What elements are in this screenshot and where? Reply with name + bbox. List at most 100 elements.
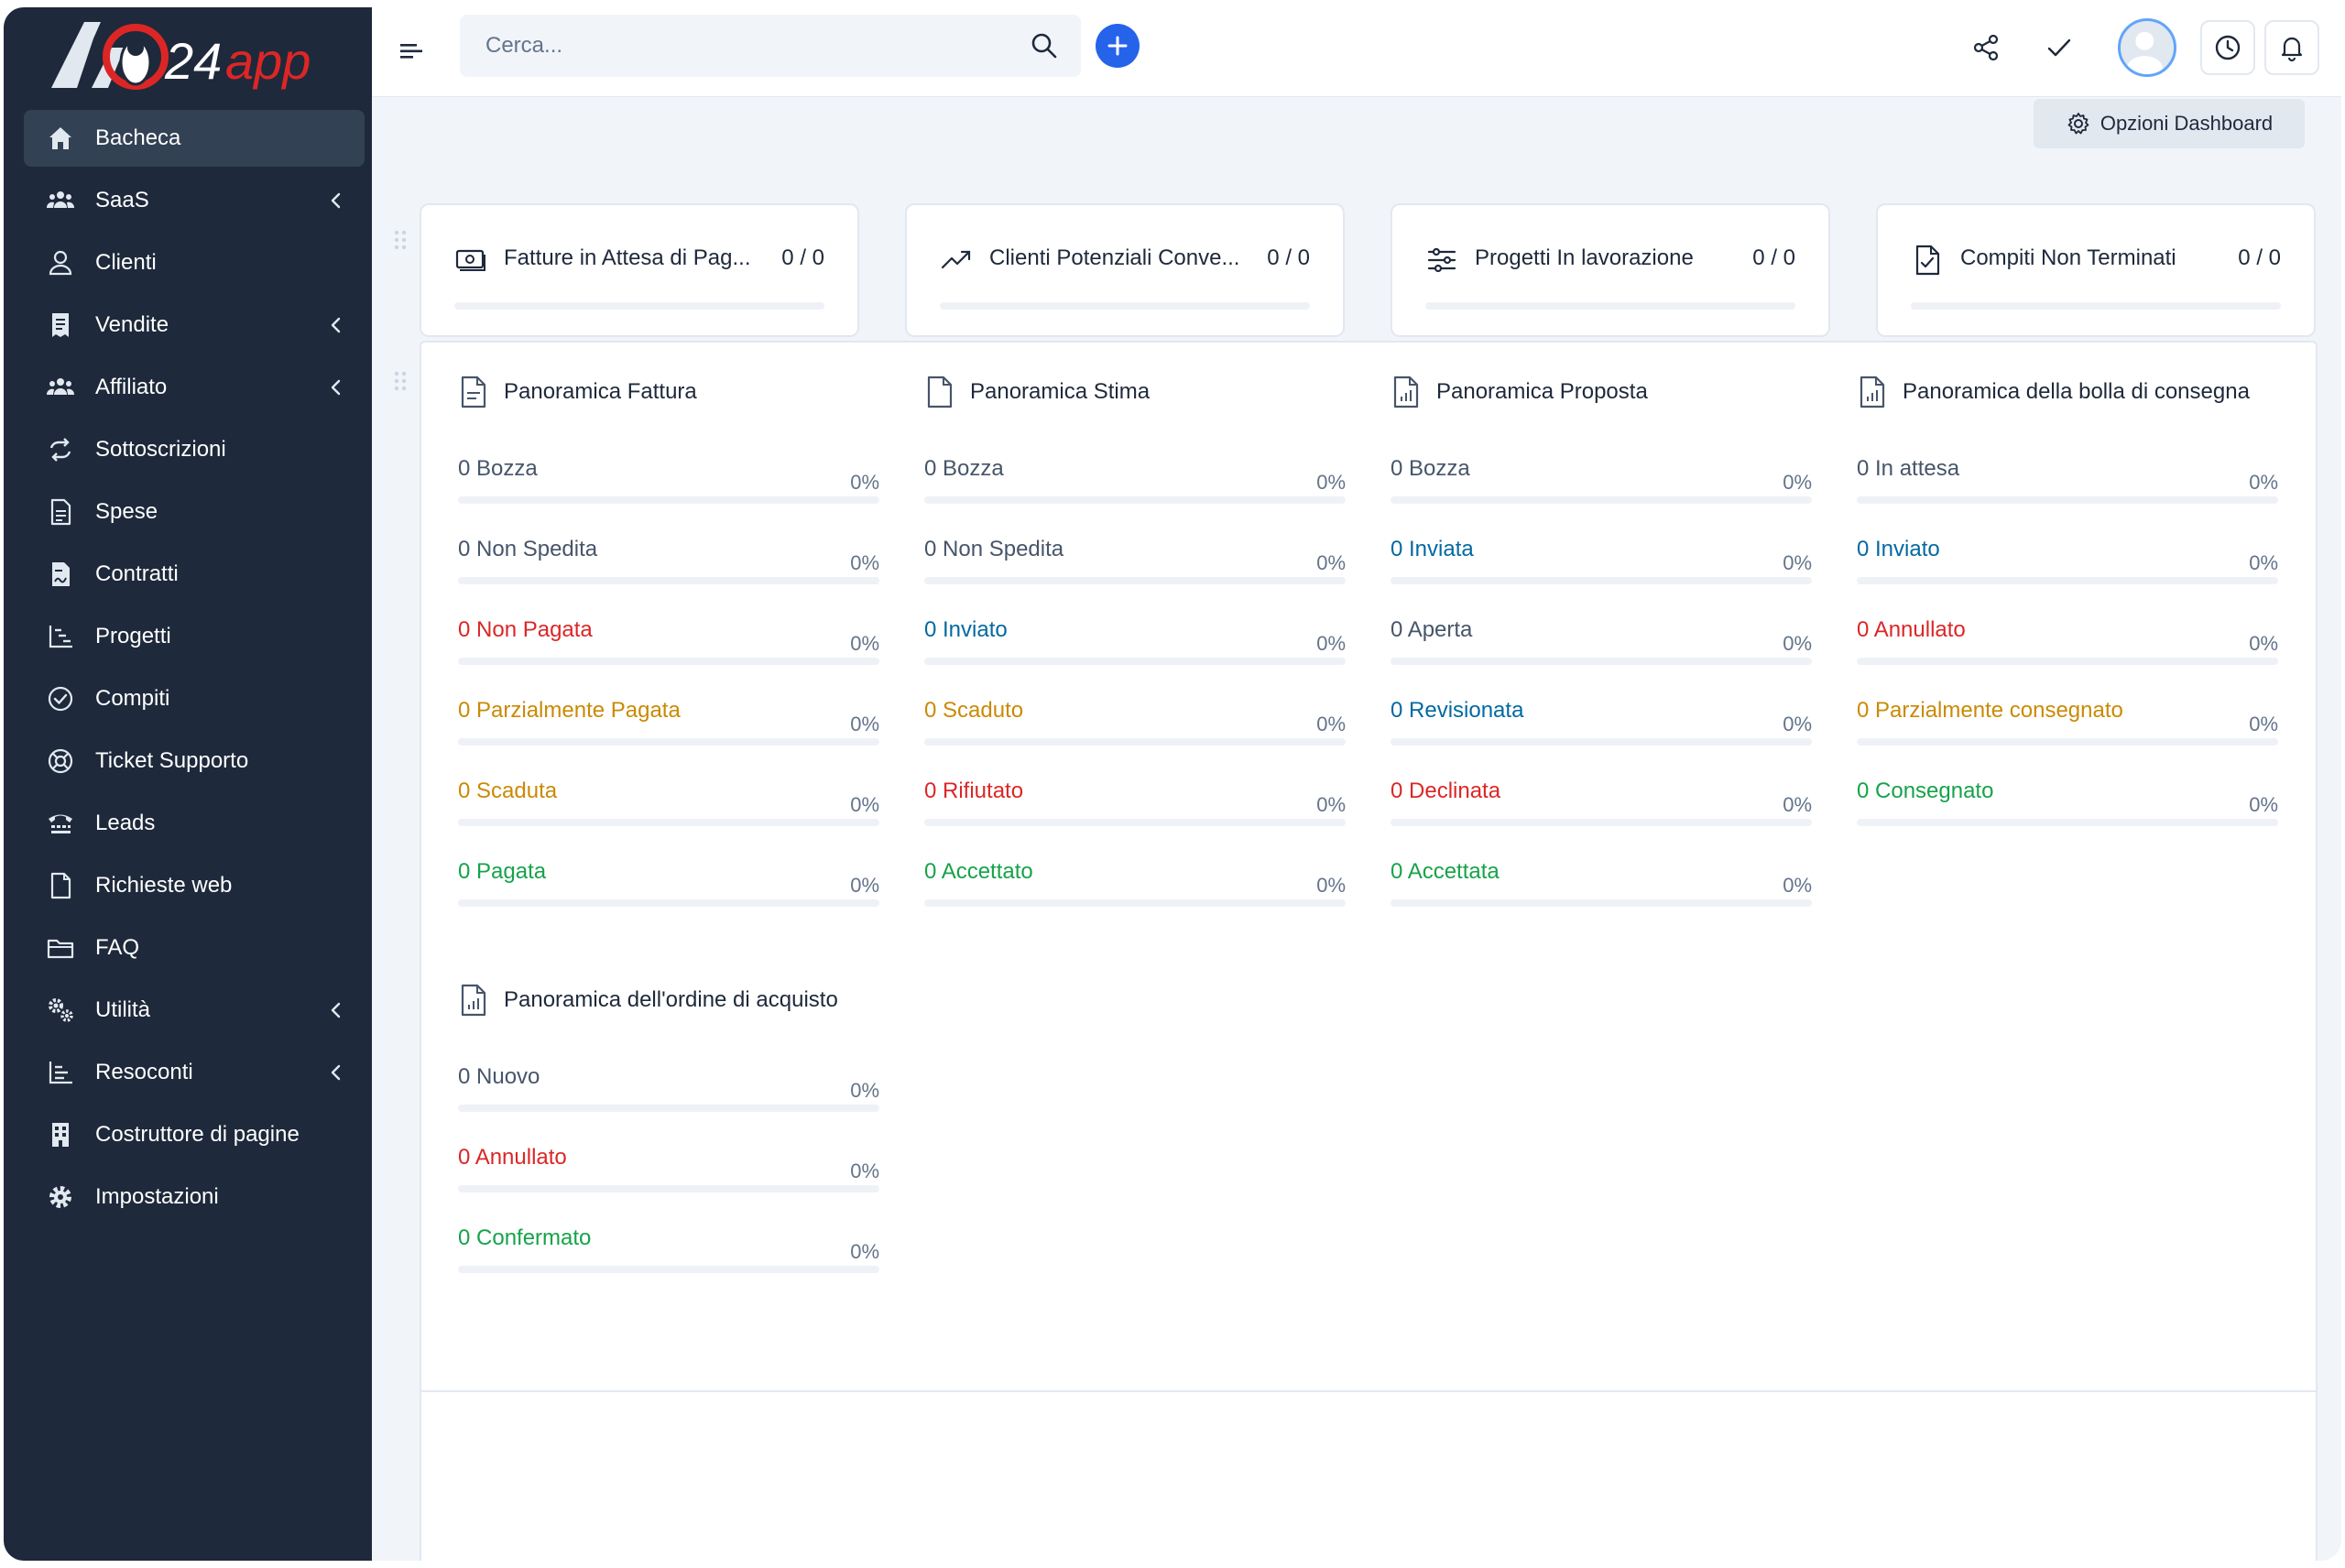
status-row[interactable]: 0 Confermato 0% <box>458 1225 879 1306</box>
sidebar-item-richieste-web[interactable]: Richieste web <box>24 857 365 914</box>
stat-card-invoices-awaiting[interactable]: Fatture in Attesa di Pag... 0 / 0 <box>420 203 859 337</box>
sidebar-item-label: Ticket Supporto <box>95 748 249 773</box>
checkmark-icon[interactable] <box>2041 29 2078 66</box>
status-row[interactable]: 0 Nuovo 0% <box>458 1064 879 1145</box>
status-row[interactable]: 0 Inviata 0% <box>1391 537 1812 617</box>
sliders-icon <box>1425 244 1458 277</box>
quick-add-button[interactable] <box>1096 24 1140 68</box>
overview-title: Panoramica della bolla di consegna <box>1903 379 2250 404</box>
sidebar-item-sottoscrizioni[interactable]: Sottoscrizioni <box>24 421 365 478</box>
status-progress-bar <box>924 658 1346 665</box>
sidebar-item-contratti[interactable]: Contratti <box>24 546 365 603</box>
home-icon <box>44 122 77 155</box>
status-percent: 0% <box>1316 551 1346 574</box>
chevron-left-icon[interactable] <box>326 1000 346 1020</box>
stat-card-tasks-not-finished[interactable]: Compiti Non Terminati 0 / 0 <box>1876 203 2316 337</box>
sidebar-item-compiti[interactable]: Compiti <box>24 670 365 727</box>
sidebar-item-label: Richieste web <box>95 873 233 898</box>
stat-label: Fatture in Attesa di Pag... <box>504 245 751 270</box>
notifications-button[interactable] <box>2264 20 2319 75</box>
status-row[interactable]: 0 Annullato 0% <box>1857 617 2278 698</box>
sidebar-item-progetti[interactable]: Progetti <box>24 608 365 665</box>
status-percent: 0% <box>1783 551 1812 574</box>
menu-toggle-icon[interactable] <box>398 38 425 65</box>
status-row[interactable]: 0 Non Spedita 0% <box>924 537 1346 617</box>
status-row[interactable]: 0 Accettata 0% <box>1391 859 1812 940</box>
status-percent: 0% <box>850 874 879 897</box>
status-label: 0 Scaduta <box>458 779 558 803</box>
status-row[interactable]: 0 Bozza 0% <box>1391 456 1812 537</box>
sidebar-item-saas[interactable]: SaaS <box>24 172 365 229</box>
status-row[interactable]: 0 Scaduta 0% <box>458 779 879 859</box>
sidebar-item-affiliato[interactable]: Affiliato <box>24 359 365 416</box>
status-progress-bar <box>1857 577 2278 584</box>
status-row[interactable]: 0 Bozza 0% <box>924 456 1346 537</box>
sidebar-item-label: Vendite <box>95 312 169 337</box>
file-signature-icon <box>44 558 77 591</box>
status-percent: 0% <box>850 471 879 494</box>
sidebar-item-ticket-supporto[interactable]: Ticket Supporto <box>24 733 365 789</box>
sidebar-item-resoconti[interactable]: Resoconti <box>24 1044 365 1101</box>
status-percent: 0% <box>1316 874 1346 897</box>
status-row[interactable]: 0 Scaduto 0% <box>924 698 1346 779</box>
status-row[interactable]: 0 Declinata 0% <box>1391 779 1812 859</box>
timer-button[interactable] <box>2200 20 2255 75</box>
building-icon <box>44 1118 77 1151</box>
app-logo[interactable]: 24 app <box>40 11 352 99</box>
chevron-left-icon[interactable] <box>326 191 346 211</box>
drag-handle[interactable] <box>392 229 409 251</box>
sidebar-item-costruttore-di-pagine[interactable]: Costruttore di pagine <box>24 1106 365 1163</box>
logo-text-app: app <box>225 32 311 90</box>
sidebar-item-label: Progetti <box>95 624 171 648</box>
status-progress-bar <box>1857 738 2278 746</box>
sidebar-item-clienti[interactable]: Clienti <box>24 234 365 291</box>
stat-count: 0 / 0 <box>781 245 824 270</box>
status-progress-bar <box>1391 738 1812 746</box>
stat-card-projects-in-progress[interactable]: Progetti In lavorazione 0 / 0 <box>1391 203 1830 337</box>
status-percent: 0% <box>850 1160 879 1182</box>
sidebar-item-leads[interactable]: Leads <box>24 795 365 852</box>
repeat-icon <box>44 433 77 466</box>
status-row[interactable]: 0 Non Pagata 0% <box>458 617 879 698</box>
status-row[interactable]: 0 Aperta 0% <box>1391 617 1812 698</box>
search-input[interactable] <box>460 15 1009 77</box>
stat-count: 0 / 0 <box>1752 245 1795 270</box>
status-row[interactable]: 0 Non Spedita 0% <box>458 537 879 617</box>
status-progress-bar <box>924 899 1346 907</box>
status-row[interactable]: 0 Inviato 0% <box>1857 537 2278 617</box>
stat-card-leads-converted[interactable]: Clienti Potenziali Conve... 0 / 0 <box>905 203 1345 337</box>
status-row[interactable]: 0 Accettato 0% <box>924 859 1346 940</box>
dashboard-options-button[interactable]: Opzioni Dashboard <box>2034 99 2305 148</box>
sidebar-item-faq[interactable]: FAQ <box>24 920 365 976</box>
status-label: 0 Declinata <box>1391 779 1501 803</box>
status-percent: 0% <box>1316 632 1346 655</box>
status-row[interactable]: 0 Pagata 0% <box>458 859 879 940</box>
user-avatar[interactable] <box>2118 18 2176 77</box>
sidebar-item-impostazioni[interactable]: Impostazioni <box>24 1169 365 1225</box>
status-label: 0 Nuovo <box>458 1064 540 1089</box>
status-row[interactable]: 0 Parzialmente Pagata 0% <box>458 698 879 779</box>
status-label: 0 Bozza <box>458 456 538 481</box>
chevron-left-icon[interactable] <box>326 1062 346 1083</box>
status-row[interactable]: 0 Parzialmente consegnato 0% <box>1857 698 2278 779</box>
sidebar-item-spese[interactable]: Spese <box>24 484 365 540</box>
status-row[interactable]: 0 In attesa 0% <box>1857 456 2278 537</box>
share-icon[interactable] <box>1968 29 2004 66</box>
status-progress-bar <box>458 1185 879 1192</box>
folder-icon <box>44 931 77 964</box>
status-row[interactable]: 0 Consegnato 0% <box>1857 779 2278 859</box>
status-row[interactable]: 0 Inviato 0% <box>924 617 1346 698</box>
sidebar-item-bacheca[interactable]: Bacheca <box>24 110 365 167</box>
sidebar-item-vendite[interactable]: Vendite <box>24 297 365 354</box>
status-percent: 0% <box>2249 632 2278 655</box>
status-row[interactable]: 0 Annullato 0% <box>458 1145 879 1225</box>
sidebar-item-utilita[interactable]: Utilità <box>24 982 365 1039</box>
status-row[interactable]: 0 Bozza 0% <box>458 456 879 537</box>
chevron-left-icon[interactable] <box>326 315 346 335</box>
drag-handle[interactable] <box>392 370 409 392</box>
status-row[interactable]: 0 Rifiutato 0% <box>924 779 1346 859</box>
chevron-left-icon[interactable] <box>326 377 346 397</box>
status-row[interactable]: 0 Revisionata 0% <box>1391 698 1812 779</box>
users-icon <box>44 371 77 404</box>
search-icon[interactable] <box>1030 31 1059 60</box>
